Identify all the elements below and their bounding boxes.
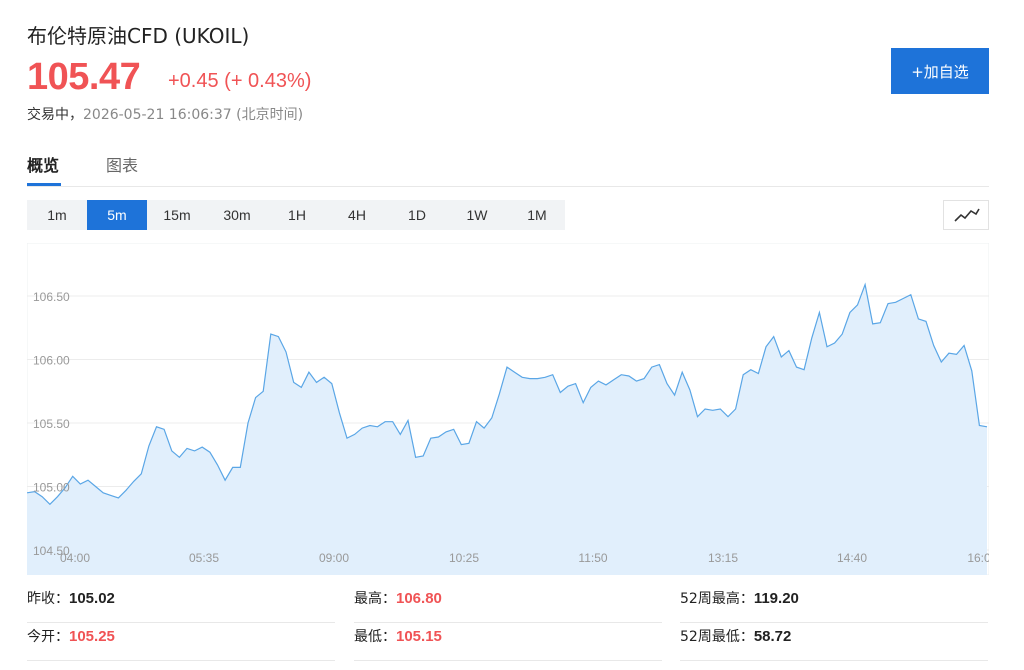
stat-high: 最高：106.80	[354, 588, 442, 624]
tab-bar: 概览 图表	[27, 150, 989, 187]
stat-value: 105.15	[396, 628, 442, 645]
stat-value: 105.25	[69, 628, 115, 645]
x-tick-label: 11:50	[578, 551, 607, 565]
price-chart[interactable]: 104.50 105.00 105.50 106.00 106.50 04:00 05:35…	[27, 243, 989, 575]
x-tick-label: 05:35	[189, 551, 219, 565]
tab-overview[interactable]: 概览	[27, 152, 59, 176]
x-tick-label: 13:15	[708, 551, 738, 565]
tab-chart[interactable]: 图表	[106, 152, 138, 176]
interval-5m[interactable]: 5m	[87, 200, 147, 230]
stat-open: 今开：105.25	[27, 626, 115, 662]
divider	[27, 660, 335, 661]
last-price: 105.47	[27, 56, 141, 98]
interval-1w[interactable]: 1W	[447, 200, 507, 230]
interval-1m[interactable]: 1m	[27, 200, 87, 230]
stat-value: 106.80	[396, 590, 442, 607]
instrument-name: 布伦特原油CFD	[27, 24, 168, 48]
instrument-title: 布伦特原油CFD (UKOIL)	[27, 20, 249, 49]
stat-low: 最低：105.15	[354, 626, 442, 662]
active-tab-indicator	[27, 183, 61, 186]
x-tick-label: 09:00	[319, 551, 349, 565]
interval-selector: 1m 5m 15m 30m 1H 4H 1D 1W 1M	[27, 200, 565, 230]
divider	[680, 660, 988, 661]
x-tick-label: 16:0	[967, 551, 989, 565]
stat-52w-high: 52周最高：119.20	[680, 588, 799, 624]
timestamp: 2026-05-21 16:06:37	[83, 107, 232, 123]
stat-label: 52周最高：	[680, 591, 754, 607]
divider	[354, 660, 662, 661]
stat-label: 最低：	[354, 629, 396, 645]
stat-label: 昨收：	[27, 591, 69, 607]
divider	[354, 622, 662, 623]
stat-52w-low: 52周最低：58.72	[680, 626, 791, 662]
y-tick-label: 106.00	[33, 354, 70, 368]
y-tick-label: 105.50	[33, 417, 70, 431]
line-chart-icon	[954, 208, 980, 222]
stat-prev-close: 昨收：105.02	[27, 588, 115, 624]
y-tick-label: 105.00	[33, 481, 70, 495]
price-chart-svg: 104.50105.00105.50106.00106.5004:00 05:35…	[27, 243, 989, 575]
interval-1d[interactable]: 1D	[387, 200, 447, 230]
trading-status: 交易中，2026-05-21 16:06:37 (北京时间)	[27, 104, 303, 124]
stat-value: 119.20	[753, 590, 799, 607]
x-tick-label: 04:00	[60, 551, 90, 565]
status-text: 交易中，	[27, 107, 83, 123]
x-tick-label: 14:40	[837, 551, 867, 565]
interval-1h[interactable]: 1H	[267, 200, 327, 230]
y-tick-label: 106.50	[33, 290, 70, 304]
price-change: +0.45 (+ 0.43%)	[168, 70, 312, 92]
divider	[27, 622, 335, 623]
interval-30m[interactable]: 30m	[207, 200, 267, 230]
instrument-symbol: (UKOIL)	[174, 24, 250, 48]
stat-label: 最高：	[354, 591, 396, 607]
stat-value: 105.02	[69, 590, 115, 607]
x-tick-label: 10:25	[449, 551, 479, 565]
stat-label: 52周最低：	[680, 629, 754, 645]
divider	[680, 622, 988, 623]
interval-1mo[interactable]: 1M	[507, 200, 567, 230]
add-watchlist-button[interactable]: +加自选	[891, 48, 989, 94]
timezone: (北京时间)	[236, 107, 304, 123]
interval-4h[interactable]: 4H	[327, 200, 387, 230]
chart-type-button[interactable]	[943, 200, 989, 230]
interval-15m[interactable]: 15m	[147, 200, 207, 230]
stat-value: 58.72	[753, 628, 792, 645]
stat-label: 今开：	[27, 629, 69, 645]
